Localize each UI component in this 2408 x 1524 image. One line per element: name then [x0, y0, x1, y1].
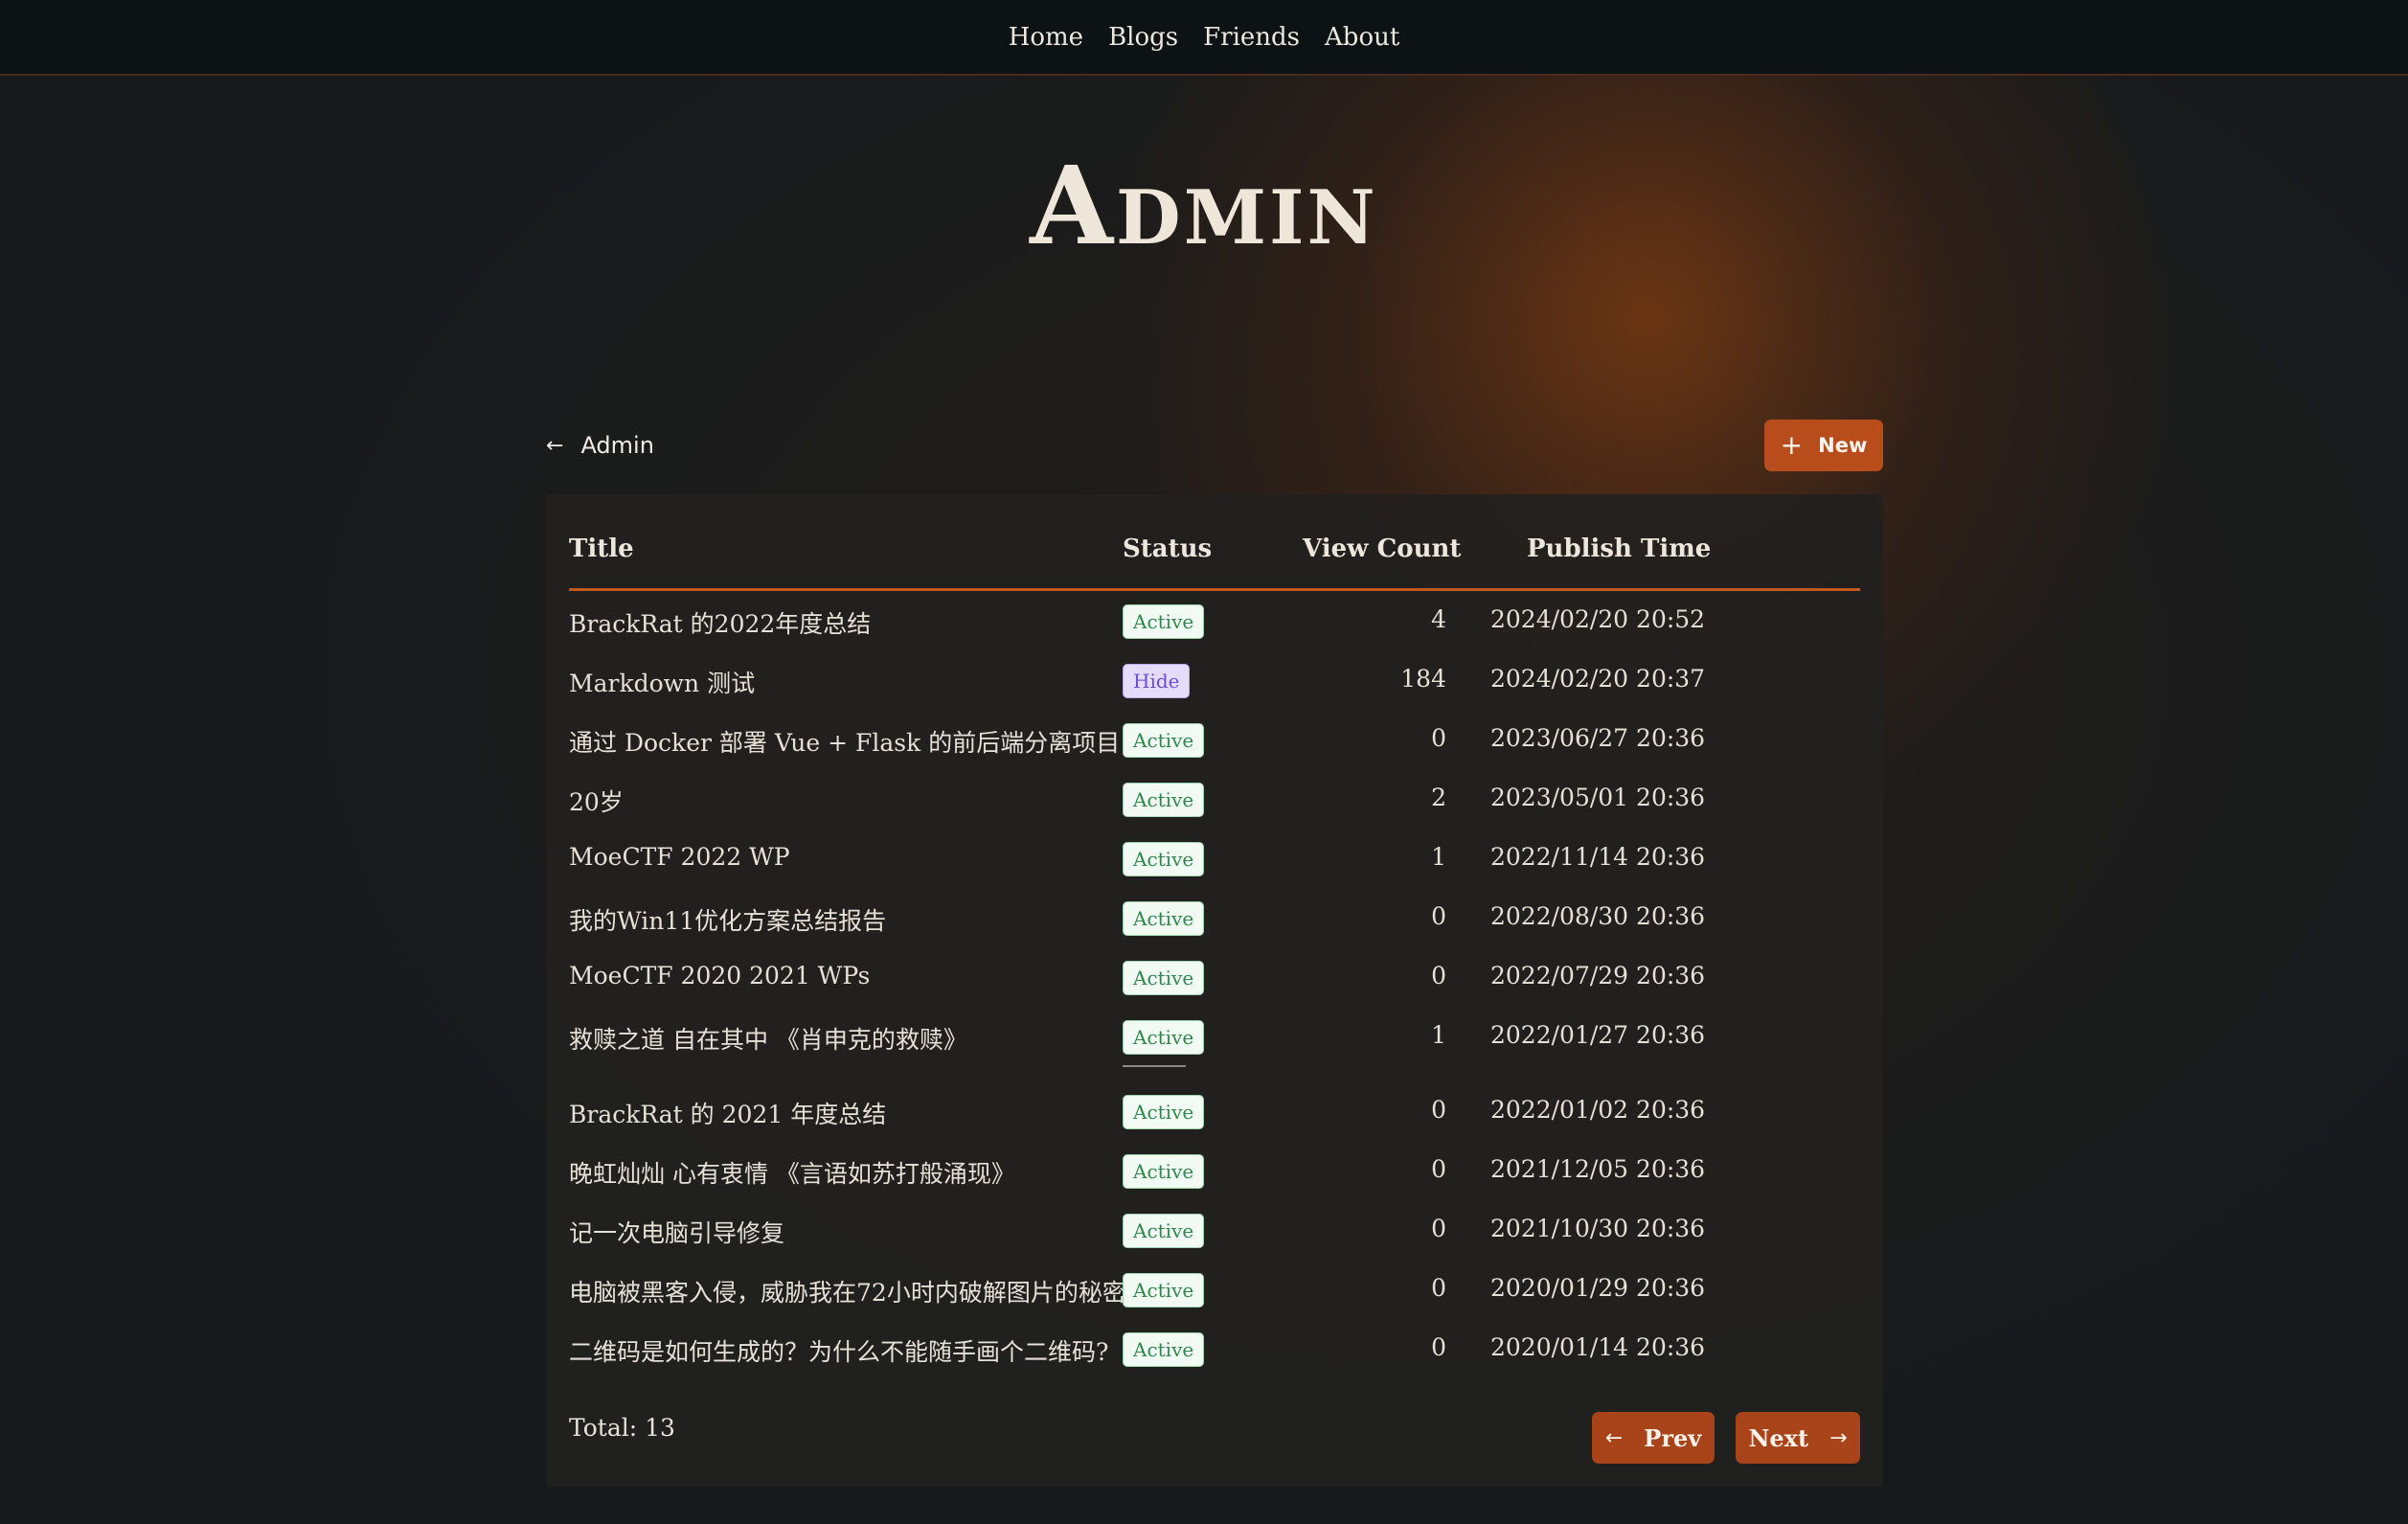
publish-time: 2022/08/30 20:36: [1490, 902, 1706, 930]
arrow-left-icon: ←: [1604, 1425, 1624, 1450]
publish-time: 2021/12/05 20:36: [1490, 1155, 1706, 1183]
publish-time: 2022/01/02 20:36: [1490, 1096, 1706, 1124]
view-count: 1: [1431, 843, 1446, 871]
status-badge[interactable]: Active: [1123, 723, 1205, 758]
column-header-status: Status: [1123, 535, 1213, 563]
post-title-link[interactable]: 二维码是如何生成的？为什么不能随手画个二维码?: [569, 1333, 1108, 1368]
publish-time: 2023/05/01 20:36: [1490, 784, 1706, 811]
table-row: MoeCTF 2020 2021 WPs Active 0 2022/07/29…: [569, 946, 1860, 1006]
publish-time: 2020/01/29 20:36: [1490, 1274, 1706, 1302]
posts-panel: Title Status View Count Publish Time Bra…: [546, 494, 1883, 1487]
post-title-link[interactable]: BrackRat 的 2021 年度总结: [569, 1096, 886, 1130]
table-row: 记一次电脑引导修复 Active 0 2021/10/30 20:36: [569, 1199, 1860, 1259]
table-row: 我的Win11优化方案总结报告 Active 0 2022/08/30 20:3…: [569, 887, 1860, 946]
table-row: 通过 Docker 部署 Vue + Flask 的前后端分离项目 Active…: [569, 709, 1860, 768]
view-count: 0: [1431, 962, 1446, 989]
nav-home-link[interactable]: Home: [1009, 23, 1083, 52]
post-title-link[interactable]: 电脑被黑客入侵，威胁我在72小时内破解图片的秘密?: [569, 1274, 1139, 1308]
post-title-link[interactable]: MoeCTF 2022 WP: [569, 843, 790, 871]
column-header-publish-time: Publish Time: [1527, 535, 1712, 563]
view-count: 0: [1431, 1333, 1446, 1361]
back-link[interactable]: ← Admin: [546, 420, 654, 471]
nav-friends-link[interactable]: Friends: [1203, 23, 1300, 52]
table-row: BrackRat 的2022年度总结 Active 4 2024/02/20 2…: [569, 590, 1860, 649]
nav-about-link[interactable]: About: [1325, 23, 1399, 52]
status-badge[interactable]: Active: [1123, 1020, 1205, 1055]
total-count: Total: 13: [569, 1414, 675, 1442]
publish-time: 2024/02/20 20:37: [1490, 665, 1706, 693]
table-row: Markdown 测试 Hide 184 2024/02/20 20:37: [569, 649, 1860, 709]
table-header: Title Status View Count Publish Time: [569, 521, 1860, 591]
page-title: Admin: [1030, 144, 1378, 269]
status-badge[interactable]: Active: [1123, 783, 1205, 817]
post-title-link[interactable]: 记一次电脑引导修复: [569, 1215, 784, 1249]
view-count: 0: [1431, 1274, 1446, 1302]
post-title-link[interactable]: Markdown 测试: [569, 665, 755, 699]
publish-time: 2024/02/20 20:52: [1490, 605, 1706, 633]
view-count: 0: [1431, 1215, 1446, 1242]
next-page-button[interactable]: Next →: [1736, 1412, 1860, 1464]
table-row: 20岁 Active 2 2023/05/01 20:36: [569, 768, 1860, 828]
publish-time: 2022/11/14 20:36: [1490, 843, 1706, 871]
next-label: Next: [1748, 1423, 1809, 1452]
publish-time: 2023/06/27 20:36: [1490, 724, 1706, 752]
plus-icon: +: [1780, 429, 1804, 461]
admin-toolbar: ← Admin + New: [546, 420, 1883, 471]
top-navigation: Home Blogs Friends About: [0, 0, 2408, 76]
prev-page-button[interactable]: ← Prev: [1592, 1412, 1715, 1464]
status-badge[interactable]: Active: [1123, 604, 1205, 639]
view-count: 0: [1431, 1096, 1446, 1124]
column-header-title: Title: [569, 535, 634, 563]
status-badge[interactable]: Active: [1123, 1214, 1205, 1248]
view-count: 0: [1431, 902, 1446, 930]
table-row: 晚虹灿灿 心有衷情 《言语如苏打般涌现》 Active 0 2021/12/05…: [569, 1140, 1860, 1199]
post-title-link[interactable]: 我的Win11优化方案总结报告: [569, 902, 886, 937]
status-badge[interactable]: Active: [1123, 1095, 1205, 1129]
post-title-link[interactable]: 20岁: [569, 784, 624, 818]
publish-time: 2022/01/27 20:36: [1490, 1021, 1706, 1049]
post-title-link[interactable]: MoeCTF 2020 2021 WPs: [569, 962, 870, 989]
table-row: 救赎之道 自在其中 《肖申克的救赎》 Active 1 2022/01/27 2…: [569, 1006, 1860, 1065]
back-link-label: Admin: [580, 432, 654, 459]
row-divider: [1123, 1065, 1186, 1067]
table-row: MoeCTF 2022 WP Active 1 2022/11/14 20:36: [569, 828, 1860, 887]
view-count: 0: [1431, 724, 1446, 752]
arrow-left-icon: ←: [546, 433, 564, 458]
publish-time: 2021/10/30 20:36: [1490, 1215, 1706, 1242]
post-title-link[interactable]: 通过 Docker 部署 Vue + Flask 的前后端分离项目: [569, 724, 1120, 759]
table-row: BrackRat 的 2021 年度总结 Active 0 2022/01/02…: [569, 1080, 1860, 1140]
post-title-link[interactable]: BrackRat 的2022年度总结: [569, 605, 871, 640]
publish-time: 2022/07/29 20:36: [1490, 962, 1706, 989]
status-badge[interactable]: Active: [1123, 961, 1205, 995]
column-header-view-count: View Count: [1303, 535, 1462, 563]
new-post-button[interactable]: + New: [1764, 420, 1883, 471]
view-count: 184: [1400, 665, 1446, 693]
view-count: 2: [1431, 784, 1446, 811]
nav-blogs-link[interactable]: Blogs: [1108, 23, 1178, 52]
post-title-link[interactable]: 救赎之道 自在其中 《肖申克的救赎》: [569, 1021, 967, 1056]
status-badge[interactable]: Active: [1123, 842, 1205, 876]
view-count: 0: [1431, 1155, 1446, 1183]
view-count: 4: [1431, 605, 1446, 633]
status-badge[interactable]: Active: [1123, 1273, 1205, 1308]
arrow-right-icon: →: [1829, 1425, 1848, 1450]
status-badge[interactable]: Active: [1123, 901, 1205, 936]
status-badge[interactable]: Active: [1123, 1154, 1205, 1189]
publish-time: 2020/01/14 20:36: [1490, 1333, 1706, 1361]
view-count: 1: [1431, 1021, 1446, 1049]
new-post-label: New: [1818, 434, 1868, 457]
table-row: 电脑被黑客入侵，威胁我在72小时内破解图片的秘密? Active 0 2020/…: [569, 1259, 1860, 1318]
table-row: 二维码是如何生成的？为什么不能随手画个二维码? Active 0 2020/01…: [569, 1318, 1860, 1377]
post-title-link[interactable]: 晚虹灿灿 心有衷情 《言语如苏打般涌现》: [569, 1155, 1015, 1190]
status-badge[interactable]: Active: [1123, 1332, 1205, 1367]
prev-label: Prev: [1644, 1423, 1702, 1452]
status-badge[interactable]: Hide: [1123, 664, 1191, 698]
